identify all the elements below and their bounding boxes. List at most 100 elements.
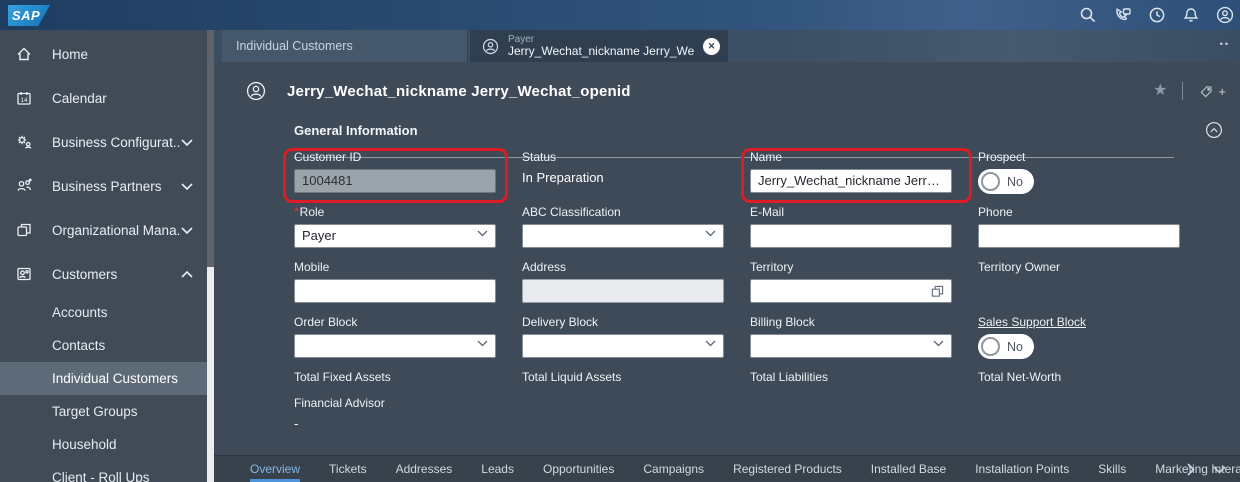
toggle-knob xyxy=(981,337,1000,356)
scrollbar-thumb[interactable] xyxy=(207,267,214,482)
open-tabs-strip: Individual Customers Payer Jerry_Wechat_… xyxy=(214,30,1240,62)
status-value: In Preparation xyxy=(522,170,604,185)
sidebar-item-accounts[interactable]: Accounts xyxy=(0,296,207,329)
tab-addresses[interactable]: Addresses xyxy=(396,456,453,482)
tab-overflow-icon[interactable]: •• xyxy=(1220,39,1230,49)
sidebar-item-label: Organizational Mana... xyxy=(52,222,181,238)
mobile-input[interactable] xyxy=(294,279,496,303)
field-label: Total Fixed Assets xyxy=(294,370,391,384)
chevron-down-icon xyxy=(933,340,944,347)
field-delivery-block: Delivery Block xyxy=(522,315,724,370)
sidebar-item-individual-customers[interactable]: Individual Customers xyxy=(0,362,207,395)
sidebar-item-label: Home xyxy=(52,46,89,62)
field-order-block: Order Block xyxy=(294,315,496,370)
field-label: ABC Classification xyxy=(522,205,621,219)
sidebar-subitem-label: Household xyxy=(52,437,117,452)
field-label: E-Mail xyxy=(750,205,785,219)
sidebar-subitem-label: Individual Customers xyxy=(52,371,179,386)
object-page-content: Jerry_Wechat_nickname Jerry_Wechat_openi… xyxy=(214,62,1240,482)
tab-individual-customers[interactable]: Individual Customers xyxy=(222,30,468,62)
sidebar-item-calendar[interactable]: 14 Calendar xyxy=(0,76,207,120)
field-territory-owner: Territory Owner xyxy=(978,260,1180,315)
phone-input[interactable] xyxy=(978,224,1180,248)
sidebar-scrollbar[interactable] xyxy=(207,30,214,482)
sales-support-block-toggle[interactable]: No xyxy=(978,334,1034,359)
field-billing-block: Billing Block xyxy=(750,315,952,370)
field-label: Address xyxy=(522,260,567,274)
close-icon[interactable]: ✕ xyxy=(703,37,720,55)
territory-input[interactable] xyxy=(750,279,952,303)
field-label[interactable]: Sales Support Block xyxy=(978,315,1180,329)
tab-label: Individual Customers xyxy=(236,39,353,53)
field-label: Total Liquid Assets xyxy=(522,370,622,384)
sidebar-item-client-roll-ups[interactable]: Client - Roll Ups xyxy=(0,461,207,482)
abc-classification-select[interactable] xyxy=(522,224,724,248)
search-icon[interactable] xyxy=(1079,6,1097,24)
tab-campaigns[interactable]: Campaigns xyxy=(643,456,704,482)
name-input[interactable]: Jerry_Wechat_nickname Jerry_We... xyxy=(750,169,952,193)
billing-block-select[interactable] xyxy=(750,334,952,358)
customer-id-input[interactable]: 1004481 xyxy=(294,169,496,193)
sidebar-item-household[interactable]: Household xyxy=(0,428,207,461)
field-total-liabilities: Total Liabilities xyxy=(750,370,952,396)
sidebar-item-customers[interactable]: Customers xyxy=(0,252,207,296)
chevron-up-icon xyxy=(181,270,193,278)
calendar-icon: 14 xyxy=(15,89,33,107)
address-input[interactable] xyxy=(522,279,724,303)
sidebar-item-business-configuration[interactable]: Business Configurat... xyxy=(0,120,207,164)
people-icon xyxy=(15,177,33,195)
tab-overview[interactable]: Overview xyxy=(250,456,301,482)
sidebar-item-home[interactable]: Home xyxy=(0,32,207,76)
user-avatar-icon[interactable] xyxy=(1216,6,1234,24)
field-role: *Role Payer xyxy=(294,205,496,260)
tab-opportunities[interactable]: Opportunities xyxy=(543,456,614,482)
main-area: Individual Customers Payer Jerry_Wechat_… xyxy=(214,30,1240,482)
tab-tickets[interactable]: Tickets xyxy=(329,456,367,482)
chevron-down-icon[interactable] xyxy=(1213,465,1226,474)
call-chat-icon[interactable] xyxy=(1113,6,1132,24)
tab-skills[interactable]: Skills xyxy=(1098,456,1126,482)
select-value: Payer xyxy=(302,228,336,243)
sidebar-item-label: Customers xyxy=(52,266,118,282)
collapse-header-icon[interactable] xyxy=(1205,121,1223,139)
sap-logo[interactable]: SAP xyxy=(8,5,50,26)
role-select[interactable]: Payer xyxy=(294,224,496,248)
field-label: Status xyxy=(522,150,557,164)
sidebar-item-contacts[interactable]: Contacts xyxy=(0,329,207,362)
field-address: Address xyxy=(522,260,724,315)
sidebar-subitem-label: Client - Roll Ups xyxy=(52,470,150,482)
toggle-state-label: No xyxy=(1007,174,1023,189)
customers-icon xyxy=(15,265,33,283)
field-customer-id: Customer ID 1004481 xyxy=(283,148,508,205)
chevron-right-icon[interactable] xyxy=(1187,463,1195,476)
svg-text:14: 14 xyxy=(20,97,28,104)
sidebar-subitem-label: Contacts xyxy=(52,338,106,353)
tab-installed-base[interactable]: Installed Base xyxy=(871,456,946,482)
facet-tab-bar: Overview Tickets Addresses Leads Opportu… xyxy=(214,455,1240,482)
email-input[interactable] xyxy=(750,224,952,248)
order-block-select[interactable] xyxy=(294,334,496,358)
value-help-icon[interactable] xyxy=(931,285,944,298)
field-label: Total Liabilities xyxy=(750,370,829,384)
clock-icon[interactable] xyxy=(1148,6,1166,24)
field-label: Prospect xyxy=(978,150,1026,164)
field-label: Customer ID xyxy=(294,150,362,164)
sidebar-item-label: Business Configurat... xyxy=(52,134,181,150)
field-prospect: Prospect No xyxy=(978,150,1180,205)
sidebar-item-target-groups[interactable]: Target Groups xyxy=(0,395,207,428)
field-label: Total Net-Worth xyxy=(978,370,1062,384)
field-label: *Role xyxy=(294,205,496,219)
tab-payer-customer[interactable]: Payer Jerry_Wechat_nickname Jerry_We... … xyxy=(470,30,728,62)
tab-registered-products[interactable]: Registered Products xyxy=(733,456,842,482)
sidebar-item-business-partners[interactable]: Business Partners xyxy=(0,164,207,208)
favorite-star-icon[interactable]: ★ xyxy=(1153,83,1167,99)
prospect-toggle[interactable]: No xyxy=(978,169,1034,194)
field-label: Territory xyxy=(750,260,794,274)
tab-installation-points[interactable]: Installation Points xyxy=(975,456,1069,482)
sidebar-item-organizational-management[interactable]: Organizational Mana... xyxy=(0,208,207,252)
delivery-block-select[interactable] xyxy=(522,334,724,358)
tab-leads[interactable]: Leads xyxy=(481,456,514,482)
sap-application-window: SAP Home 14 Calendar Business Configurat… xyxy=(0,0,1240,482)
bell-icon[interactable] xyxy=(1182,6,1200,24)
tag-add-icon[interactable]: + xyxy=(1198,83,1226,100)
